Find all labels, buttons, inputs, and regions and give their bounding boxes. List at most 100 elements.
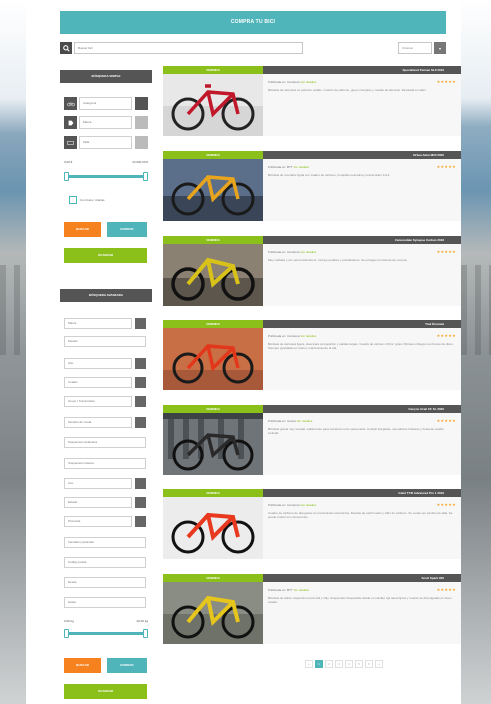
listing-detail-link[interactable]: Ver detalles: [301, 334, 317, 338]
listing-title[interactable]: Scott Spark 930: [263, 574, 461, 582]
adv-field-seller[interactable]: Vendedor particular: [64, 537, 146, 548]
adv-field-groupset[interactable]: Grupo / Transmisión: [64, 396, 132, 407]
adv-field-rear-suspension[interactable]: Suspensión trasera: [64, 458, 146, 469]
listing-detail-link[interactable]: Ver detalles: [301, 503, 317, 507]
listing-detail-link[interactable]: Ver detalles: [293, 588, 309, 592]
listing-body: Publicada en: BTT Ver detalles ★★★★★ Bic…: [263, 582, 461, 644]
photos-checkbox[interactable]: [69, 196, 77, 204]
bike-photo-5: [163, 405, 263, 475]
listing-description: Bicicleta gravel muy versátil, válida ta…: [268, 427, 444, 436]
simple-search-header: BÚSQUEDA SIMPLE: [60, 70, 152, 83]
adv-frame-button[interactable]: [135, 377, 146, 388]
pagination-page[interactable]: 1: [315, 660, 323, 668]
adv-condition-button[interactable]: [135, 497, 146, 508]
listing-photo[interactable]: [163, 236, 263, 306]
adv-field-front-suspension[interactable]: Suspensión delantera: [64, 437, 146, 448]
adv-field-condition[interactable]: Estado: [64, 497, 132, 508]
pagination-page[interactable]: 6: [365, 660, 373, 668]
listing-category: Publicada en: BTT: [268, 588, 293, 592]
listing-photo[interactable]: [163, 574, 263, 644]
listing-description: Bicicleta de carretera en perfecto estad…: [268, 88, 427, 92]
listing-title[interactable]: Orbea Alma M20 2020: [263, 151, 461, 159]
bike-icon: [64, 97, 77, 110]
weight-min-handle[interactable]: [64, 629, 69, 638]
listing-card[interactable]: VENDIDA Specialized Tarmac SL6 2019 Publ…: [163, 66, 461, 136]
advanced-search-button[interactable]: BUSCAR: [64, 658, 101, 673]
brand-select[interactable]: Marca: [79, 116, 132, 129]
listing-status-badge: VENDIDA: [163, 320, 263, 328]
adv-brand-button[interactable]: [135, 318, 146, 329]
adv-province-button[interactable]: [135, 516, 146, 527]
listing-card[interactable]: VENDIDA Canyon Grail CF SL 2020 Publicad…: [163, 405, 461, 475]
tag-icon: [64, 116, 77, 129]
pagination-next[interactable]: »: [375, 660, 383, 668]
listing-detail-link[interactable]: Ver detalles: [301, 80, 317, 84]
adv-field-wheel-size[interactable]: Tamaño de rueda: [64, 417, 132, 428]
sort-select[interactable]: Ordenar: [398, 42, 432, 54]
advanced-reset-button[interactable]: BORRAR: [107, 658, 147, 673]
listing-photo[interactable]: [163, 66, 263, 136]
left-margin: [26, 0, 46, 704]
listing-detail-link[interactable]: Ver detalles: [301, 250, 317, 254]
pagination-prev[interactable]: «: [305, 660, 313, 668]
price-min-handle[interactable]: [64, 172, 69, 181]
adv-wheel-size-button[interactable]: [135, 417, 146, 428]
listing-description: Bicicleta de doble suspensión para trail…: [268, 596, 452, 605]
adv-field-use[interactable]: Uso: [64, 478, 132, 489]
size-select[interactable]: Talla: [79, 136, 132, 149]
listing-status-badge: VENDIDA: [163, 236, 263, 244]
simple-save-button[interactable]: GUARDAR: [64, 248, 147, 263]
brand-add-button[interactable]: [135, 116, 148, 129]
adv-field-postal-code[interactable]: Código postal: [64, 557, 146, 568]
listing-detail-link[interactable]: Ver detalles: [297, 419, 313, 423]
simple-search-button[interactable]: BUSCAR: [64, 222, 101, 237]
category-add-button[interactable]: [135, 97, 148, 110]
weight-max-handle[interactable]: [143, 629, 148, 638]
adv-field-model[interactable]: Modelo: [64, 336, 146, 347]
adv-field-year[interactable]: Año: [64, 358, 132, 369]
listing-photo[interactable]: [163, 489, 263, 559]
listing-card[interactable]: VENDIDA Cannondale Synapse Carbon 2018 P…: [163, 236, 461, 306]
listing-card[interactable]: VENDIDA Trek Émonda Publicada en: Carret…: [163, 320, 461, 390]
listing-description: Cuadro de carbono de alta gama con trans…: [268, 511, 453, 520]
pagination-page[interactable]: 3: [335, 660, 343, 668]
listing-card[interactable]: VENDIDA Orbea Alma M20 2020 Publicada en…: [163, 151, 461, 221]
advanced-search-header: BÚSQUEDA AVANZADA: [60, 289, 152, 302]
listing-photo[interactable]: [163, 151, 263, 221]
pagination-page[interactable]: 5: [355, 660, 363, 668]
adv-field-province[interactable]: Provincia: [64, 516, 132, 527]
search-input[interactable]: [74, 42, 303, 54]
listing-title[interactable]: Specialized Tarmac SL6 2019: [263, 66, 461, 74]
simple-reset-button[interactable]: BORRAR: [107, 222, 147, 237]
price-range-slider[interactable]: [64, 172, 148, 181]
listing-title[interactable]: Cannondale Synapse Carbon 2018: [263, 236, 461, 244]
size-add-button[interactable]: [135, 136, 148, 149]
listing-card[interactable]: VENDIDA Scott Spark 930 Publicada en: BT…: [163, 574, 461, 644]
adv-field-brand[interactable]: Marca: [64, 318, 132, 329]
weight-range-slider[interactable]: [64, 629, 148, 638]
category-select[interactable]: Categoría: [79, 97, 132, 110]
listing-photo[interactable]: [163, 320, 263, 390]
adv-field-from[interactable]: Desde: [64, 577, 146, 588]
listing-title[interactable]: Trek Émonda: [263, 320, 461, 328]
adv-field-frame[interactable]: Cuadro: [64, 377, 132, 388]
search-icon: [62, 44, 70, 52]
sort-dropdown-button[interactable]: ▾: [434, 42, 446, 54]
listing-card[interactable]: VENDIDA Giant TCR Advanced Pro 1 2019 Pu…: [163, 489, 461, 559]
pagination-page[interactable]: 2: [325, 660, 333, 668]
listing-meta: Publicada en: BTT Ver detalles: [268, 165, 309, 169]
listing-category: Publicada en: Carretera: [268, 503, 300, 507]
listing-title[interactable]: Canyon Grail CF SL 2020: [263, 405, 461, 413]
listing-detail-link[interactable]: Ver detalles: [293, 165, 309, 169]
adv-year-button[interactable]: [135, 358, 146, 369]
ruler-icon: [64, 136, 77, 149]
adv-use-button[interactable]: [135, 478, 146, 489]
search-button[interactable]: [60, 42, 72, 54]
adv-field-to[interactable]: Hasta: [64, 597, 146, 608]
listing-title[interactable]: Giant TCR Advanced Pro 1 2019: [263, 489, 461, 497]
listing-photo[interactable]: [163, 405, 263, 475]
pagination-page[interactable]: 4: [345, 660, 353, 668]
advanced-save-button[interactable]: GUARDAR: [64, 684, 147, 699]
price-max-handle[interactable]: [143, 172, 148, 181]
adv-groupset-button[interactable]: [135, 396, 146, 407]
